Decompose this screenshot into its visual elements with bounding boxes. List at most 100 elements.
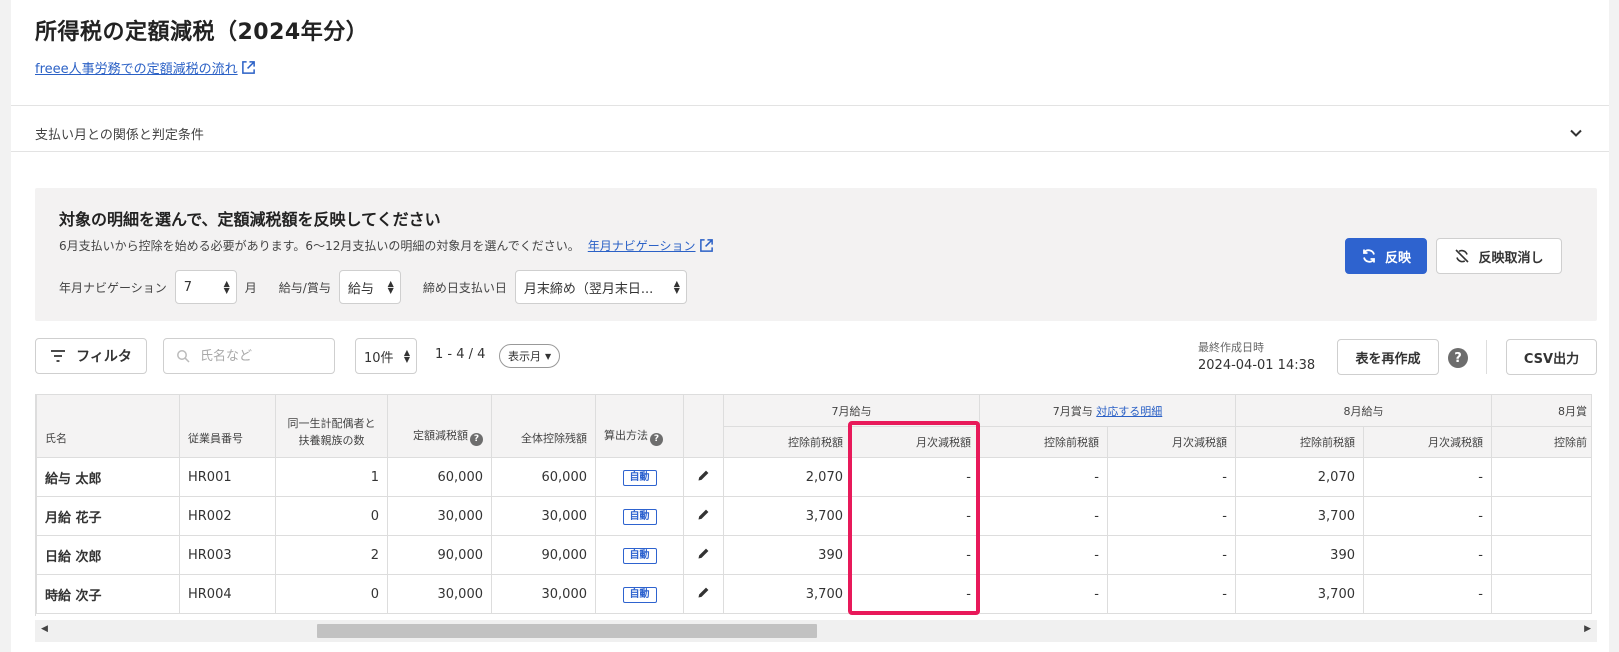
filter-button[interactable]: フィルタ — [35, 338, 147, 374]
month-label: 年月ナビゲーション — [59, 280, 167, 295]
bonus-monthly-reduction: - — [1107, 457, 1236, 497]
regenerate-button[interactable]: 表を再作成 — [1337, 339, 1439, 375]
updown-icon: ▲ ▼ — [223, 279, 230, 295]
last-created-label: 最終作成日時 — [1198, 341, 1264, 354]
csv-export-button[interactable]: CSV出力 — [1506, 339, 1597, 375]
jul-monthly-reduction: - — [851, 535, 980, 575]
bonus-before-tax: - — [979, 496, 1108, 536]
bonus-monthly-reduction: - — [1107, 496, 1236, 536]
pencil-icon[interactable] — [697, 469, 710, 482]
cell — [1491, 496, 1592, 536]
horizontal-scrollbar[interactable]: ◀ ▶ — [35, 620, 1597, 642]
method-cell: 自動 — [595, 574, 684, 614]
updown-icon: ▲ ▼ — [673, 279, 680, 295]
external-link-icon — [241, 61, 255, 74]
flow-link-text[interactable]: freee人事労務での定額減税の流れ — [35, 58, 238, 77]
auto-badge: 自動 — [622, 508, 657, 525]
month-select[interactable]: 7 ▲ ▼ — [174, 270, 237, 304]
chevron-down-icon[interactable] — [1569, 126, 1583, 140]
page: 所得税の定額減税（2024年分） freee人事労務での定額減税の流れ 支払い月… — [11, 0, 1609, 652]
col-header-fixed-amount: 定額減税額? — [387, 394, 492, 458]
help-icon[interactable]: ? — [470, 433, 483, 446]
sub-header-monthly-reduction: 月次減税額 — [851, 426, 980, 458]
table-row: 月給 花子 HR002 0 30,000 30,000 自動 3,700 - -… — [36, 496, 1592, 536]
fixed-amount-label: 定額減税額 — [413, 429, 468, 442]
reduction-table: 氏名 従業員番号 同一生計配偶者と 扶養親族の数 定額減税額? 全体控除残額 算… — [36, 394, 1592, 614]
closing-select[interactable]: 月末締め（翌月末日... ▲ ▼ — [514, 270, 687, 304]
dependents-count: 1 — [275, 457, 388, 497]
aug-before-tax: 390 — [1235, 535, 1364, 575]
jul-before-tax: 3,700 — [723, 496, 852, 536]
panel-desc-text: 6月支払いから控除を始める必要があります。6〜12月支払いの明細の対象月を選んで… — [59, 239, 580, 253]
nav-link-text[interactable]: 年月ナビゲーション — [588, 237, 696, 254]
employee-number: HR002 — [179, 496, 276, 536]
bonus-before-tax: - — [979, 535, 1108, 575]
help-icon[interactable]: ? — [650, 433, 663, 446]
nav-link[interactable]: 年月ナビゲーション — [588, 237, 714, 254]
help-icon[interactable]: ? — [1448, 348, 1468, 368]
total-deduction: 60,000 — [491, 457, 596, 497]
matching-statement-link[interactable]: 対応する明細 — [1096, 405, 1162, 418]
reduction-table-container: 氏名 従業員番号 同一生計配偶者と 扶養親族の数 定額減税額? 全体控除残額 算… — [35, 394, 1597, 616]
jul-monthly-reduction: - — [851, 496, 980, 536]
per-page-value: 10件 — [364, 350, 394, 366]
type-select[interactable]: 給与 ▲ ▼ — [338, 270, 401, 304]
jul-before-tax: 3,700 — [723, 574, 852, 614]
table-row: 日給 次郎 HR003 2 90,000 90,000 自動 390 - - -… — [36, 535, 1592, 575]
per-page-select[interactable]: 10件 ▲ ▼ — [355, 338, 417, 374]
apply-button[interactable]: 反映 — [1345, 238, 1427, 274]
accordion-label: 支払い月との関係と判定条件 — [35, 127, 204, 143]
closing-value: 月末締め（翌月末日... — [523, 281, 654, 297]
fixed-amount: 30,000 — [387, 574, 492, 614]
dependents-count: 0 — [275, 574, 388, 614]
sync-off-icon — [1455, 249, 1470, 263]
pencil-icon[interactable] — [697, 508, 710, 521]
flow-link[interactable]: freee人事労務での定額減税の流れ — [35, 58, 256, 77]
scroll-right-icon[interactable]: ▶ — [1584, 624, 1591, 634]
last-created-value: 2024-04-01 14:38 — [1198, 358, 1316, 373]
pencil-icon[interactable] — [697, 586, 710, 599]
divider — [11, 105, 1609, 106]
conditions-accordion[interactable]: 支払い月との関係と判定条件 — [11, 109, 1609, 157]
group-header-jul-salary: 7月給与 — [723, 394, 980, 427]
group-header-aug-salary: 8月給与 — [1235, 394, 1492, 427]
edit-cell[interactable] — [683, 535, 724, 575]
panel-description: 6月支払いから控除を始める必要があります。6〜12月支払いの明細の対象月を選んで… — [59, 237, 714, 254]
sub-header-before-tax: 控除前税額 — [1235, 426, 1364, 458]
dependents-count: 0 — [275, 496, 388, 536]
cell — [1491, 535, 1592, 575]
edit-cell[interactable] — [683, 496, 724, 536]
filter-icon — [51, 350, 66, 362]
scrollbar-thumb[interactable] — [317, 624, 817, 638]
pencil-icon[interactable] — [697, 547, 710, 560]
bonus-monthly-reduction: - — [1107, 574, 1236, 614]
group-header-aug-bonus: 8月賞 — [1491, 394, 1592, 427]
sync-icon — [1363, 249, 1375, 263]
cancel-apply-button[interactable]: 反映取消し — [1436, 238, 1562, 274]
aug-monthly-reduction: - — [1363, 574, 1492, 614]
dependents-count: 2 — [275, 535, 388, 575]
bonus-monthly-reduction: - — [1107, 535, 1236, 575]
dependents-line2: 扶養親族の数 — [298, 434, 365, 447]
method-cell: 自動 — [595, 457, 684, 497]
cancel-apply-label: 反映取消し — [1478, 250, 1544, 266]
updown-icon: ▲ ▼ — [387, 279, 394, 295]
total-deduction: 30,000 — [491, 496, 596, 536]
external-link-icon — [699, 239, 713, 252]
scroll-left-icon[interactable]: ◀ — [41, 624, 48, 634]
apply-label: 反映 — [1384, 250, 1411, 266]
employee-name: 給与 太郎 — [36, 457, 180, 497]
aug-before-tax: 3,700 — [1235, 496, 1364, 536]
filter-label: フィルタ — [76, 349, 132, 365]
display-month-dropdown[interactable]: 表示月 ▼ — [499, 344, 561, 368]
auto-badge: 自動 — [622, 469, 657, 486]
edit-cell[interactable] — [683, 457, 724, 497]
search-box[interactable] — [163, 338, 335, 374]
col-header-method: 算出方法? — [595, 394, 684, 458]
search-input[interactable] — [200, 348, 320, 364]
search-icon — [177, 350, 190, 363]
edit-cell[interactable] — [683, 574, 724, 614]
employee-number: HR004 — [179, 574, 276, 614]
sub-header-before-tax: 控除前税額 — [979, 426, 1108, 458]
employee-number: HR001 — [179, 457, 276, 497]
